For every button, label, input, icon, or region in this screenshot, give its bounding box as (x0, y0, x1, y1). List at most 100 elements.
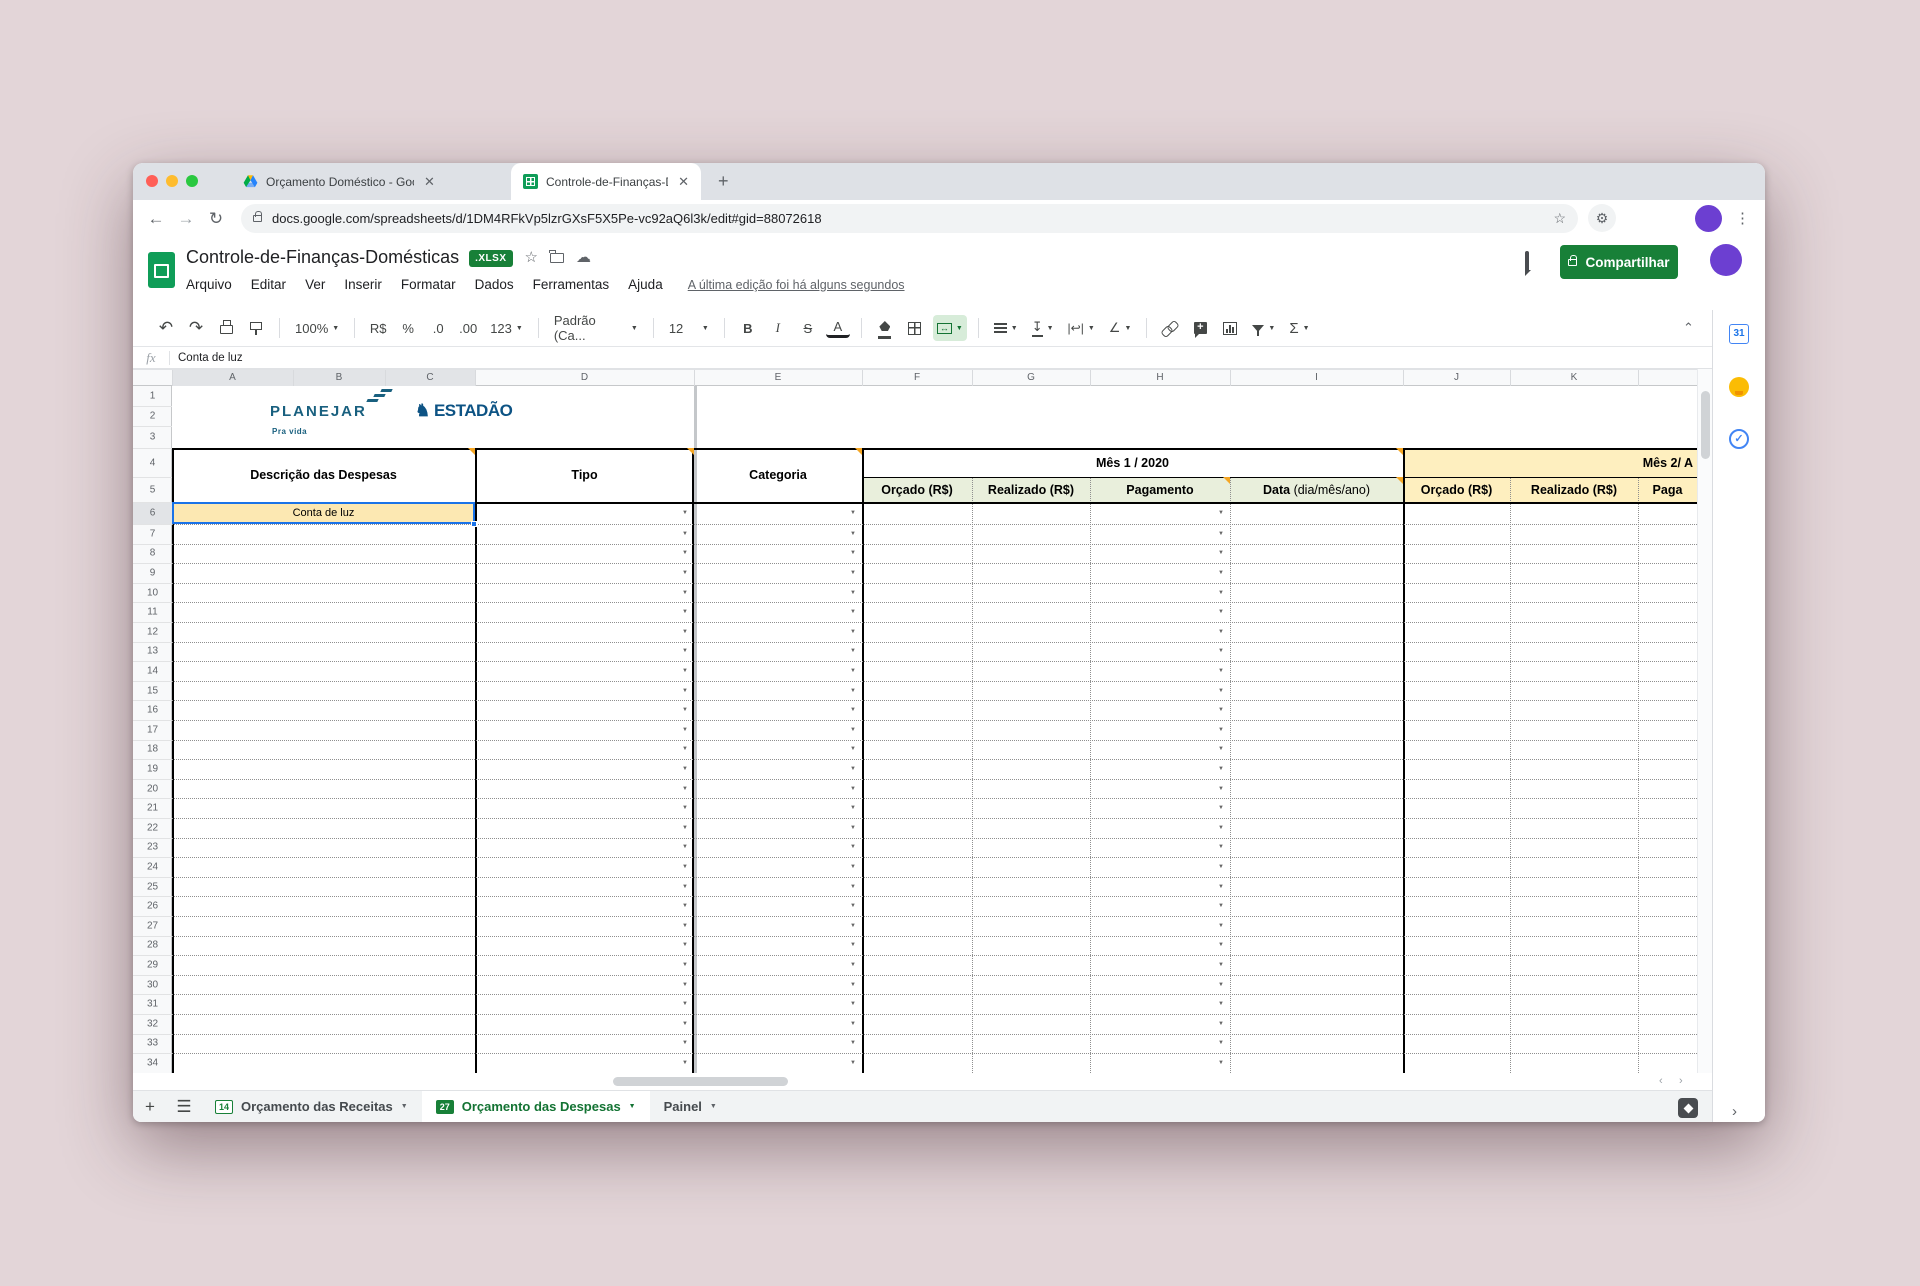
cell-dropdown-icon[interactable]: ▼ (1218, 648, 1224, 654)
scroll-right-icon[interactable]: › (1679, 1075, 1683, 1087)
header-pagamento-1[interactable]: Pagamento (1090, 477, 1230, 502)
header-tipo[interactable]: Tipo (475, 448, 694, 502)
row-number-28[interactable]: 28 (133, 940, 172, 951)
row-number-30[interactable]: 30 (133, 979, 172, 990)
row-number-4[interactable]: 4 (133, 457, 172, 468)
row-number-34[interactable]: 34 (133, 1058, 172, 1069)
row-number-21[interactable]: 21 (133, 803, 172, 814)
row-number-24[interactable]: 24 (133, 862, 172, 873)
menu-arquivo[interactable]: Arquivo (186, 277, 232, 292)
close-tab-icon[interactable]: ✕ (678, 174, 689, 190)
text-color-button[interactable]: A (825, 318, 850, 338)
vertical-scrollbar-thumb[interactable] (1701, 391, 1710, 459)
selection-fill-handle[interactable] (471, 521, 477, 527)
cell-dropdown-icon[interactable]: ▼ (850, 825, 856, 831)
undo-icon[interactable]: ↶ (154, 315, 178, 341)
forward-icon[interactable]: → (171, 209, 201, 229)
cell-dropdown-icon[interactable]: ▼ (682, 550, 688, 556)
filter-icon[interactable]: ▼ (1248, 315, 1279, 341)
sheets-profile-avatar[interactable] (1710, 244, 1742, 276)
cell-dropdown-icon[interactable]: ▼ (682, 746, 688, 752)
column-header-F[interactable]: F (914, 370, 920, 386)
print-icon[interactable] (214, 315, 238, 341)
cell-dropdown-icon[interactable]: ▼ (1218, 688, 1224, 694)
cell-dropdown-icon[interactable]: ▼ (1218, 786, 1224, 792)
tasks-icon[interactable]: ✓ (1729, 429, 1749, 449)
cell-dropdown-icon[interactable]: ▼ (850, 688, 856, 694)
cell-dropdown-icon[interactable]: ▼ (1218, 1021, 1224, 1027)
header-categoria[interactable]: Categoria (694, 448, 862, 502)
bold-button[interactable]: B (736, 315, 760, 341)
cell-dropdown-icon[interactable]: ▼ (850, 510, 856, 516)
cell-dropdown-icon[interactable]: ▼ (1218, 609, 1224, 615)
cell-dropdown-icon[interactable]: ▼ (850, 668, 856, 674)
cell-dropdown-icon[interactable]: ▼ (850, 609, 856, 615)
row-number-19[interactable]: 19 (133, 764, 172, 775)
horizontal-scrollbar[interactable]: ‹ › (133, 1073, 1697, 1090)
column-header-G[interactable]: G (1027, 370, 1035, 386)
row-number-11[interactable]: 11 (133, 607, 172, 618)
row-number-12[interactable]: 12 (133, 626, 172, 637)
cell-dropdown-icon[interactable]: ▼ (1218, 510, 1224, 516)
cell-dropdown-icon[interactable]: ▼ (1218, 903, 1224, 909)
row-number-22[interactable]: 22 (133, 822, 172, 833)
cell-dropdown-icon[interactable]: ▼ (850, 923, 856, 929)
column-header-K[interactable]: K (1571, 370, 1578, 386)
cell-dropdown-icon[interactable]: ▼ (682, 727, 688, 733)
text-wrap-icon[interactable]: |↩| ▼ (1064, 315, 1099, 341)
insert-comment-icon[interactable]: + (1188, 315, 1212, 341)
browser-profile-avatar[interactable] (1695, 205, 1722, 232)
selected-cell[interactable]: Conta de luz (172, 502, 475, 524)
row-number-31[interactable]: 31 (133, 999, 172, 1010)
cell-dropdown-icon[interactable]: ▼ (682, 531, 688, 537)
horizontal-scrollbar-thumb[interactable] (613, 1077, 788, 1086)
back-icon[interactable]: ← (141, 209, 171, 229)
cell-dropdown-icon[interactable]: ▼ (682, 629, 688, 635)
zoom-select[interactable]: 100% ▼ (291, 315, 343, 341)
browser-tab-sheets[interactable]: Controle-de-Finanças-Domést ✕ (511, 163, 701, 200)
header-month1[interactable]: Mês 1 / 2020 (862, 448, 1403, 477)
horizontal-align-icon[interactable]: ▼ (990, 315, 1022, 341)
bookmark-star-icon[interactable]: ☆ (1553, 210, 1566, 227)
borders-icon[interactable] (903, 315, 927, 341)
star-icon[interactable]: ☆ (525, 249, 538, 266)
formula-bar[interactable]: fx Conta de luz (133, 347, 1712, 369)
cell-dropdown-icon[interactable]: ▼ (682, 962, 688, 968)
cell-dropdown-icon[interactable]: ▼ (682, 590, 688, 596)
decrease-decimal-button[interactable]: .0 (426, 315, 450, 341)
cell-dropdown-icon[interactable]: ▼ (1218, 942, 1224, 948)
header-data-1[interactable]: Data (dia/mês/ano) (1230, 477, 1403, 502)
menu-dados[interactable]: Dados (475, 277, 514, 292)
cell-dropdown-icon[interactable]: ▼ (850, 884, 856, 890)
row-number-26[interactable]: 26 (133, 901, 172, 912)
cell-dropdown-icon[interactable]: ▼ (682, 688, 688, 694)
browser-tab-drive[interactable]: Orçamento Doméstico - Googl ✕ (231, 163, 511, 200)
text-rotation-icon[interactable]: ∠ ▼ (1105, 315, 1136, 341)
currency-format-button[interactable]: R$ (366, 315, 390, 341)
column-header-E[interactable]: E (775, 370, 782, 386)
sheet-tab-painel[interactable]: Painel ▼ (650, 1091, 731, 1122)
sheet-tab-or-amento-das-receitas[interactable]: 14 Orçamento das Receitas ▼ (201, 1091, 422, 1122)
italic-button[interactable]: I (766, 315, 790, 341)
cell-dropdown-icon[interactable]: ▼ (850, 707, 856, 713)
cell-dropdown-icon[interactable]: ▼ (850, 982, 856, 988)
row-number-8[interactable]: 8 (133, 548, 172, 559)
document-title[interactable]: Controle-de-Finanças-Domésticas .XLSX ☆ ☁ (186, 247, 591, 268)
cell-dropdown-icon[interactable]: ▼ (682, 942, 688, 948)
cell-dropdown-icon[interactable]: ▼ (1218, 766, 1224, 772)
cell-dropdown-icon[interactable]: ▼ (682, 903, 688, 909)
fill-color-icon[interactable] (873, 315, 897, 341)
column-headers[interactable]: A B C D E F G H I J K (133, 369, 1697, 386)
row-number-1[interactable]: 1 (133, 391, 172, 402)
cell-dropdown-icon[interactable]: ▼ (682, 1060, 688, 1066)
insert-chart-icon[interactable] (1218, 315, 1242, 341)
strikethrough-button[interactable]: S (796, 315, 820, 341)
share-button[interactable]: Compartilhar (1560, 245, 1678, 279)
cell-dropdown-icon[interactable]: ▼ (850, 746, 856, 752)
row-number-33[interactable]: 33 (133, 1038, 172, 1049)
cell-dropdown-icon[interactable]: ▼ (682, 884, 688, 890)
cell-dropdown-icon[interactable]: ▼ (682, 1040, 688, 1046)
cell-dropdown-icon[interactable]: ▼ (1218, 629, 1224, 635)
row-number-9[interactable]: 9 (133, 568, 172, 579)
reload-icon[interactable]: ↻ (201, 209, 231, 229)
